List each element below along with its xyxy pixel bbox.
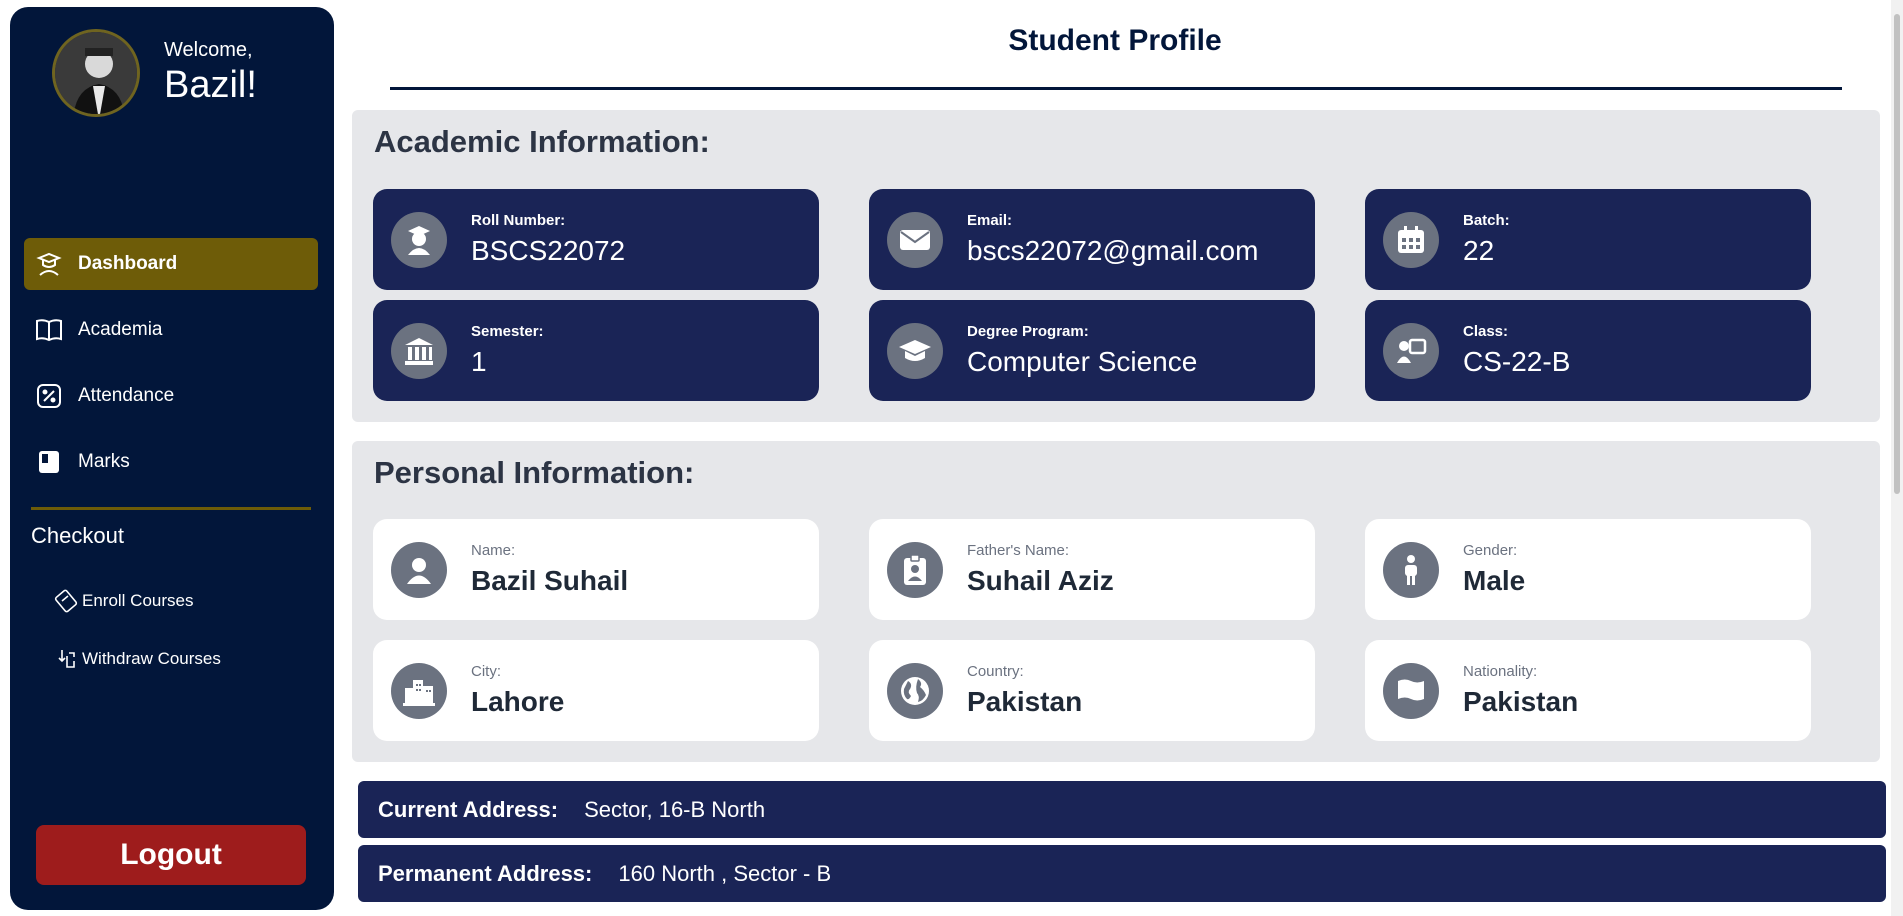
card-label: Father's Name: (967, 542, 1070, 559)
logout-button[interactable]: Logout (36, 825, 306, 885)
calendar-icon (1383, 211, 1439, 268)
page-scrollbar[interactable] (1891, 0, 1903, 916)
card-value: bscs22072@gmail.com (967, 235, 1259, 266)
institution-icon (391, 322, 447, 379)
permanent-address-label: Permanent Address: (378, 860, 593, 886)
user-icon (391, 541, 447, 598)
sidebar-item-label: Enroll Courses (82, 591, 194, 610)
gender-card: Gender: Male (1365, 519, 1811, 620)
batch-card: Batch: 22 (1365, 189, 1811, 290)
city-card: City: Lahore (373, 640, 819, 741)
card-value: Pakistan (967, 686, 1083, 717)
semester-card: Semester: 1 (373, 300, 819, 401)
globe-icon (887, 662, 943, 719)
card-value: Pakistan (1463, 686, 1579, 717)
current-address-value: Sector, 16-B North (584, 796, 766, 822)
sidebar-divider (31, 507, 311, 510)
class-card: Class: CS-22-B (1365, 300, 1811, 401)
card-value: Computer Science (967, 346, 1198, 377)
sidebar-item-label: Withdraw Courses (82, 649, 221, 668)
scrollbar-thumb[interactable] (1894, 14, 1900, 494)
hand-withdraw-icon (52, 645, 80, 673)
sidebar-item-enroll-courses[interactable]: Enroll Courses (52, 587, 194, 615)
card-label: Batch: (1463, 212, 1510, 229)
card-value: 1 (471, 346, 487, 377)
ticket-icon (52, 587, 80, 615)
card-label: Roll Number: (471, 212, 566, 229)
sidebar-item-withdraw-courses[interactable]: Withdraw Courses (52, 645, 221, 673)
current-address-label: Current Address: (378, 796, 559, 822)
card-value: BSCS22072 (471, 235, 626, 266)
card-value: Suhail Aziz (967, 565, 1114, 596)
card-label: Gender: (1463, 542, 1518, 559)
report-book-icon (34, 447, 64, 477)
email-card: Email: bscs22072@gmail.com (869, 189, 1315, 290)
nationality-card: Nationality: Pakistan (1365, 640, 1811, 741)
sidebar-item-dashboard[interactable]: Dashboard (24, 238, 318, 290)
sidebar-item-marks[interactable]: Marks (24, 436, 318, 488)
flag-icon (1383, 662, 1439, 719)
card-value: Male (1463, 565, 1526, 596)
classroom-icon (1383, 322, 1439, 379)
user-name: Bazil! (164, 64, 257, 106)
sidebar-item-label: Attendance (78, 385, 175, 406)
roll-number-card: Roll Number: BSCS22072 (373, 189, 819, 290)
permanent-address-value: 160 North , Sector - B (618, 860, 832, 886)
academic-section: Academic Information: Roll Number: BSCS2… (352, 110, 1880, 422)
card-value: 22 (1463, 235, 1495, 266)
card-label: Degree Program: (967, 323, 1089, 340)
fathers-name-card: Father's Name: Suhail Aziz (869, 519, 1315, 620)
card-value: Bazil Suhail (471, 565, 629, 596)
degree-program-card: Degree Program: Computer Science (869, 300, 1315, 401)
person-icon (1383, 541, 1439, 598)
academic-heading: Academic Information: (374, 124, 710, 159)
page-title: Student Profile (1008, 24, 1222, 57)
permanent-address-bar: Permanent Address: 160 North , Sector - … (358, 845, 1886, 902)
envelope-icon (887, 211, 943, 268)
checkout-heading: Checkout (31, 523, 124, 548)
card-value: CS-22-B (1463, 346, 1571, 377)
card-label: Country: (967, 663, 1024, 680)
id-badge-icon (887, 541, 943, 598)
sidebar-nav: Dashboard Academia Attendance Marks (24, 238, 318, 502)
card-label: Class: (1463, 323, 1509, 340)
sidebar: Welcome, Bazil! Dashboard Academia Atten… (10, 7, 334, 910)
current-address-bar: Current Address: Sector, 16-B North (358, 781, 1886, 838)
card-label: Nationality: (1463, 663, 1538, 680)
card-label: City: (471, 663, 501, 680)
card-value: Lahore (471, 686, 565, 717)
welcome-text: Welcome, (164, 39, 253, 61)
graduation-cap-icon (887, 322, 943, 379)
city-icon (391, 662, 447, 719)
book-open-icon (34, 315, 64, 345)
country-card: Country: Pakistan (869, 640, 1315, 741)
title-underline (390, 87, 1842, 90)
personal-heading: Personal Information: (374, 455, 695, 490)
student-icon (391, 211, 447, 268)
sidebar-item-label: Dashboard (78, 253, 178, 274)
percent-icon (34, 381, 64, 411)
name-card: Name: Bazil Suhail (373, 519, 819, 620)
sidebar-item-attendance[interactable]: Attendance (24, 370, 318, 422)
profile-block: Welcome, Bazil! (52, 29, 257, 117)
sidebar-item-label: Academia (78, 319, 163, 340)
sidebar-item-academia[interactable]: Academia (24, 304, 318, 356)
personal-section: Personal Information: Name: Bazil Suhail… (352, 441, 1880, 762)
sidebar-item-label: Marks (78, 451, 130, 472)
card-label: Semester: (471, 323, 544, 340)
student-desk-icon (34, 249, 64, 279)
app: Welcome, Bazil! Dashboard Academia Atten… (0, 0, 1903, 916)
card-label: Email: (967, 212, 1013, 229)
card-label: Name: (471, 542, 516, 559)
avatar[interactable] (52, 29, 140, 117)
